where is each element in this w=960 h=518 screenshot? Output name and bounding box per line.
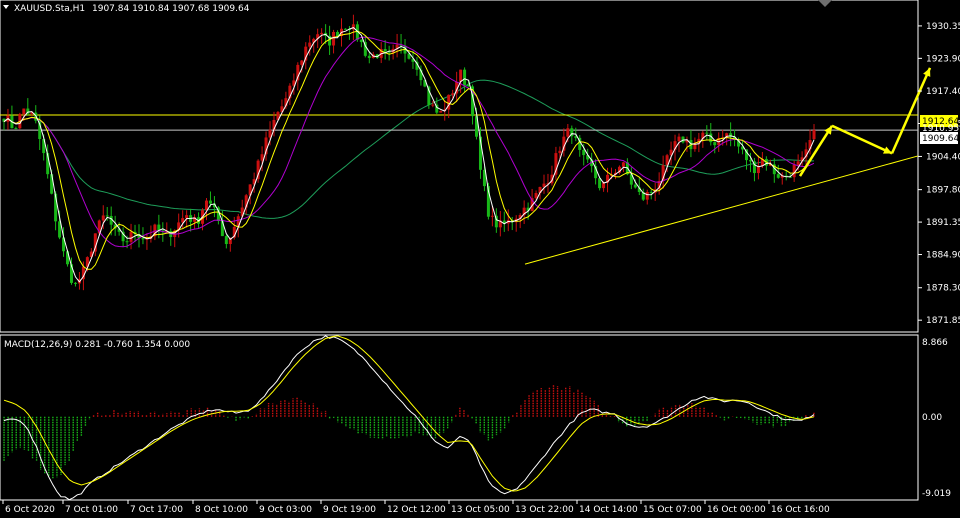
- candle-body: [308, 42, 312, 47]
- price-tick-label: 1884.90: [926, 251, 960, 261]
- ma-purple: [3, 36, 815, 248]
- time-tick-label: 14 Oct 14:00: [579, 505, 638, 515]
- candle-body: [431, 104, 435, 106]
- time-tick-label: 9 Oct 19:00: [323, 505, 376, 515]
- macd-title: MACD(12,26,9) 0.281 -0.760 1.354 0.000: [4, 340, 190, 350]
- candle-body: [367, 55, 371, 58]
- candle-body: [451, 93, 455, 95]
- time-tick-label: 16 Oct 16:00: [771, 505, 830, 515]
- candle-body: [101, 215, 105, 221]
- macd-tick-min: -9.019: [922, 489, 951, 499]
- time-tick-label: 6 Oct 2020: [5, 505, 55, 515]
- price-label-current: 1909.64: [920, 132, 959, 144]
- candle-body: [490, 215, 494, 217]
- symbol-label: XAUUSD.Sta,H1: [14, 4, 85, 14]
- time-tick-label: 13 Oct 22:00: [515, 505, 574, 515]
- candle-body: [185, 215, 189, 219]
- projection-arrows[interactable]: [798, 67, 932, 177]
- candle-body: [383, 49, 387, 52]
- candle-body: [105, 215, 109, 217]
- candle-body: [459, 69, 463, 82]
- time-tick-label: 8 Oct 10:00: [195, 505, 248, 515]
- support-trendline: [524, 155, 919, 265]
- ohlc-readout: 1907.84 1910.84 1907.68 1909.64: [92, 4, 250, 14]
- chart-shift-marker-icon[interactable]: [818, 0, 832, 7]
- chart-header: XAUUSD.Sta,H1 1907.84 1910.84 1907.68 19…: [3, 4, 250, 14]
- candle-body: [320, 32, 324, 35]
- candle-body: [204, 200, 208, 211]
- macd-axis: 8.866 0.00 -9.019: [922, 338, 951, 499]
- candle-body: [649, 191, 653, 193]
- time-tick-label: 7 Oct 01:00: [65, 505, 118, 515]
- candle-body: [534, 193, 538, 199]
- candle-body: [73, 282, 77, 284]
- dropdown-triangle-icon[interactable]: [3, 5, 9, 9]
- candle-body: [439, 111, 443, 113]
- candle-body: [713, 142, 717, 146]
- candle-body: [359, 39, 363, 43]
- time-tick-label: 9 Oct 03:00: [259, 505, 312, 515]
- macd-tick-max: 8.866: [922, 338, 948, 348]
- candle-body: [141, 238, 145, 240]
- price-tick-label: 1917.40: [926, 87, 960, 97]
- macd-histogram: [3, 385, 815, 479]
- price-tick-label: 1871.85: [926, 316, 960, 326]
- trendline[interactable]: [524, 155, 919, 265]
- time-tick-label: 16 Oct 00:00: [707, 505, 766, 515]
- candle-body: [14, 128, 18, 130]
- price-axis: 1930.351923.901917.401910.951904.401897.…: [918, 22, 960, 326]
- price-tick-label: 1904.40: [926, 152, 960, 162]
- candle-body: [125, 241, 129, 243]
- candle-body: [582, 149, 586, 156]
- candle-body: [796, 161, 800, 165]
- candle-body: [705, 132, 709, 134]
- candle-body: [208, 200, 212, 204]
- current-price-label: 1909.64: [922, 134, 959, 144]
- macd-line: [3, 335, 815, 501]
- time-tick-label: 12 Oct 12:00: [387, 505, 446, 515]
- candle-body: [463, 69, 467, 85]
- time-axis: 6 Oct 2020 7 Oct 01:00 7 Oct 17:00 8 Oct 10…: [2, 500, 830, 515]
- candle-body: [621, 162, 625, 167]
- candle-body: [129, 231, 133, 242]
- candle-body: [336, 31, 340, 37]
- price-tick-label: 1923.90: [926, 54, 960, 64]
- macd-tick-zero: 0.00: [922, 413, 942, 423]
- candle-body: [776, 174, 780, 178]
- price-tick-label: 1930.35: [926, 22, 960, 32]
- candle-body: [645, 191, 649, 200]
- candle-body: [748, 160, 752, 162]
- candle-body: [343, 28, 347, 30]
- price-tick-label: 1897.80: [926, 186, 960, 196]
- candles: [2, 14, 816, 291]
- time-tick-label: 7 Oct 17:00: [130, 505, 183, 515]
- price-tick-label: 1891.35: [926, 218, 960, 228]
- candle-body: [812, 130, 816, 140]
- price-tick-label: 1878.30: [926, 284, 960, 294]
- candle-body: [332, 31, 336, 46]
- ma-long: [3, 79, 815, 219]
- time-tick-label: 15 Oct 07:00: [643, 505, 702, 515]
- candle-body: [677, 136, 681, 142]
- ma-white: [3, 27, 815, 283]
- candle-body: [558, 150, 562, 154]
- horizontal-levels: [0, 114, 918, 131]
- ma-yellow: [3, 30, 815, 270]
- candle-body: [22, 108, 26, 115]
- candle-body: [566, 128, 570, 137]
- candle-body: [224, 236, 228, 245]
- ma-long-line: [3, 79, 815, 219]
- macd-lines: [3, 335, 815, 501]
- time-tick-label: 13 Oct 05:00: [451, 505, 510, 515]
- chart-window: XAUUSD.Sta,H1 1907.84 1910.84 1907.68 19…: [0, 0, 960, 515]
- candle-body: [633, 184, 637, 188]
- main-plot-frame: [0, 0, 919, 333]
- moving-averages: [3, 27, 815, 283]
